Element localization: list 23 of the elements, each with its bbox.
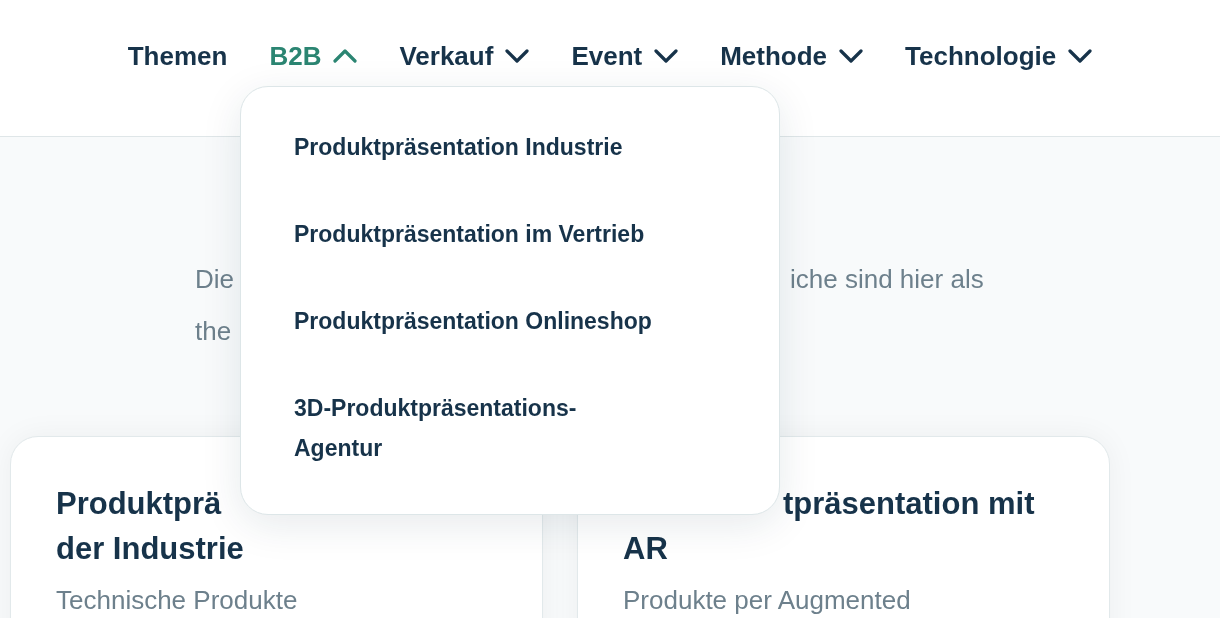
nav-menu-item[interactable]: Methode: [720, 40, 864, 72]
nav-menu-item[interactable]: B2B: [269, 40, 358, 72]
chevron-down-icon: [839, 48, 864, 64]
nav-menu-item[interactable]: Event: [571, 40, 679, 72]
card-title: AR: [623, 530, 668, 568]
card-text: Produkte per Augmented: [623, 585, 912, 616]
chevron-up-icon: [333, 48, 358, 64]
card-title: Produktprä: [56, 485, 222, 523]
chevron-down-icon: [654, 48, 679, 64]
card-title: der Industrie: [56, 530, 244, 568]
nav-menu-item[interactable]: Verkauf: [399, 40, 530, 72]
chevron-down-icon: [1068, 48, 1093, 64]
dropdown-item[interactable]: Produktpräsentation Industrie: [294, 127, 659, 167]
intro-text: the: [195, 315, 232, 348]
nav-menu-item[interactable]: Technologie: [905, 40, 1093, 72]
intro-text: iche sind hier als: [790, 263, 984, 296]
nav-menu-item[interactable]: Themen: [127, 40, 228, 72]
card-text: Technische Produkte: [56, 585, 299, 616]
dropdown-item[interactable]: Produktpräsentation Onlineshop: [294, 301, 659, 341]
dropdown-item[interactable]: Produktpräsentation im Vertrieb: [294, 214, 659, 254]
card-title: tpräsentation mit: [783, 485, 1035, 523]
chevron-down-icon: [505, 48, 530, 64]
intro-text: Die: [195, 263, 234, 296]
